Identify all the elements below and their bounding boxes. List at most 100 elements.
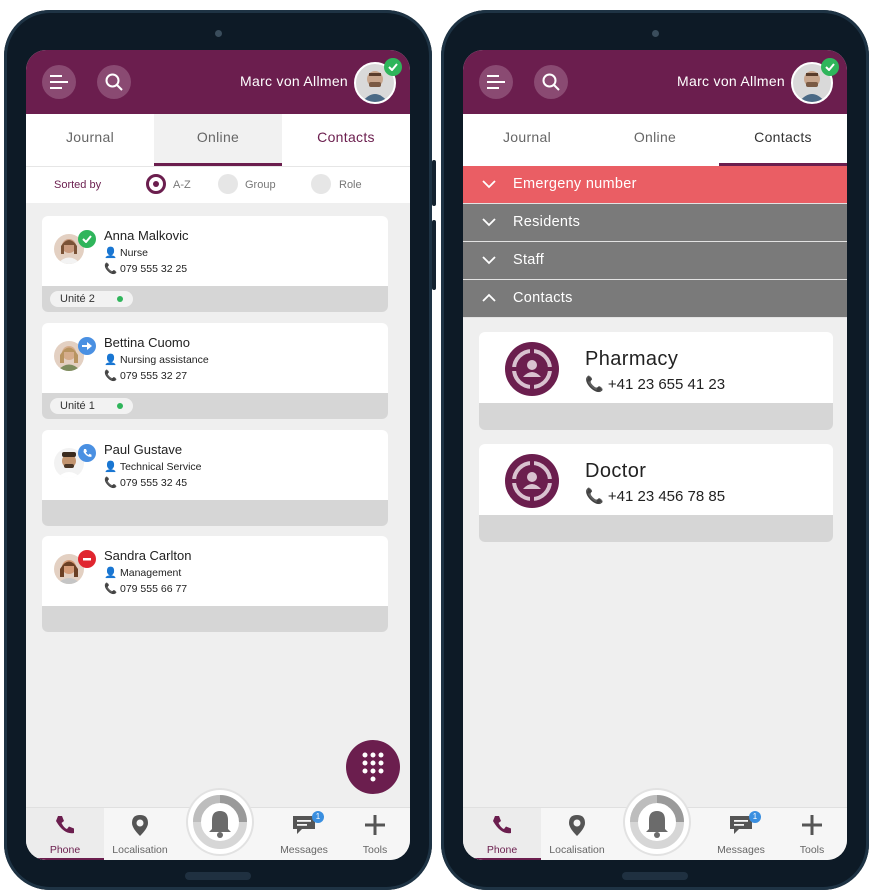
tab-label: Contacts <box>754 129 812 145</box>
tab-journal[interactable]: Journal <box>463 114 591 166</box>
phone-text: 079 555 32 27 <box>120 370 188 382</box>
section-residents[interactable]: Residents <box>463 204 847 242</box>
nav-localisation[interactable]: Localisation <box>541 808 613 860</box>
phone-text: 079 555 32 45 <box>120 477 188 489</box>
contact-card[interactable]: Anna Malkovic 👤 Nurse 📞 079 555 32 25 Un… <box>42 216 388 312</box>
tab-online[interactable]: Online <box>154 114 282 166</box>
contact-role: 👤 Management <box>104 566 181 579</box>
search-icon <box>105 73 123 91</box>
tab-online[interactable]: Online <box>591 114 719 166</box>
section-staff[interactable]: Staff <box>463 242 847 280</box>
phone-text: 079 555 66 77 <box>120 583 188 595</box>
phone-icon: 📞 <box>104 263 118 275</box>
nav-label: Tools <box>799 844 825 856</box>
nav-localisation[interactable]: Localisation <box>104 808 176 860</box>
nav-label: Phone <box>49 844 81 856</box>
speaker <box>622 872 688 880</box>
card-footer <box>42 500 388 526</box>
sort-option-group[interactable]: Group <box>245 179 276 191</box>
alarm-button[interactable] <box>188 790 252 854</box>
contact-name: Doctor <box>585 460 647 482</box>
location-pin-icon <box>569 815 585 836</box>
phone-frame-online: Marc von Allmen Journal Online Contacts … <box>4 10 436 890</box>
chevron-down-icon <box>482 218 496 227</box>
speaker <box>185 872 251 880</box>
section-contacts[interactable]: Contacts <box>463 280 847 318</box>
phone-icon: 📞 <box>585 488 604 505</box>
section-emergency[interactable]: Emergeny number <box>463 166 847 204</box>
contact-name: Anna Malkovic <box>104 228 189 243</box>
card-footer <box>479 515 833 542</box>
online-dot <box>116 403 123 410</box>
sort-option-role[interactable]: Role <box>339 179 362 191</box>
contact-card[interactable]: Paul Gustave 👤 Technical Service 📞 079 5… <box>42 430 388 526</box>
nav-label: Localisation <box>549 844 605 856</box>
contact-phone[interactable]: 📞 079 555 32 45 <box>104 476 187 489</box>
bell-alarm-icon <box>630 795 684 849</box>
sort-radio-role[interactable] <box>311 174 331 194</box>
nav-phone[interactable]: Phone <box>26 808 104 860</box>
contact-phone[interactable]: 📞 079 555 32 27 <box>104 369 187 382</box>
nav-phone[interactable]: Phone <box>463 808 541 860</box>
person-icon: 👤 <box>104 354 118 366</box>
search-button[interactable] <box>534 65 568 99</box>
section-label: Contacts <box>513 290 573 306</box>
tab-contacts[interactable]: Contacts <box>282 114 410 166</box>
tab-contacts[interactable]: Contacts <box>719 114 847 166</box>
card-footer: Unité 2 <box>42 286 388 312</box>
sort-option-az[interactable]: A-Z <box>173 179 191 191</box>
role-text: Nurse <box>120 247 149 259</box>
contact-name: Pharmacy <box>585 348 679 370</box>
contact-card[interactable]: Sandra Carlton 👤 Management 📞 079 555 66… <box>42 536 388 632</box>
chevron-up-icon <box>482 293 496 302</box>
sort-radio-group[interactable] <box>218 174 238 194</box>
dialpad-button[interactable] <box>346 740 400 794</box>
contact-phone[interactable]: 📞 +41 23 655 41 23 <box>585 375 725 393</box>
contact-phone[interactable]: 📞 +41 23 456 78 85 <box>585 487 725 505</box>
tab-journal[interactable]: Journal <box>26 114 154 166</box>
person-icon: 👤 <box>104 247 118 259</box>
contact-phone[interactable]: 📞 079 555 32 25 <box>104 262 187 275</box>
search-button[interactable] <box>97 65 131 99</box>
contact-role: 👤 Technical Service <box>104 460 202 473</box>
phone-text: 079 555 32 25 <box>120 263 188 275</box>
tab-bar: Journal Online Contacts <box>463 114 847 166</box>
contact-placeholder-icon <box>505 454 559 508</box>
phone-call-icon <box>78 444 96 462</box>
contact-card-doctor[interactable]: Doctor 📞 +41 23 456 78 85 <box>479 444 833 542</box>
plus-icon <box>365 815 385 835</box>
nav-tools[interactable]: Tools <box>340 808 410 860</box>
sort-bar: Sorted by A-Z Group Role <box>26 166 410 203</box>
contact-name: Bettina Cuomo <box>104 335 190 350</box>
plus-icon <box>802 815 822 835</box>
unread-badge: 1 <box>749 811 761 823</box>
contact-placeholder-icon <box>505 342 559 396</box>
sort-radio-az[interactable] <box>146 174 166 194</box>
nav-tools[interactable]: Tools <box>777 808 847 860</box>
camera <box>215 30 222 37</box>
nav-label: Messages <box>717 844 765 856</box>
alarm-button[interactable] <box>625 790 689 854</box>
menu-icon <box>487 75 505 89</box>
contact-card-pharmacy[interactable]: Pharmacy 📞 +41 23 655 41 23 <box>479 332 833 430</box>
nav-messages[interactable]: 1 Messages <box>268 808 340 860</box>
dialpad-icon <box>362 752 384 782</box>
phone-icon <box>493 816 511 834</box>
menu-button[interactable] <box>42 65 76 99</box>
nav-messages[interactable]: 1 Messages <box>705 808 777 860</box>
side-button <box>432 220 436 290</box>
role-text: Management <box>120 567 182 579</box>
phone-icon: 📞 <box>104 370 118 382</box>
role-text: Technical Service <box>119 461 202 473</box>
online-status-icon <box>821 58 839 76</box>
unit-label: Unité 2 <box>60 293 95 305</box>
check-icon <box>78 230 96 248</box>
contact-phone[interactable]: 📞 079 555 66 77 <box>104 582 187 595</box>
nav-label: Phone <box>486 844 518 856</box>
chevron-down-icon <box>482 256 496 265</box>
menu-button[interactable] <box>479 65 513 99</box>
screen-contacts: Marc von Allmen Journal Online Contacts … <box>463 50 847 860</box>
contact-card[interactable]: Bettina Cuomo 👤 Nursing assistance 📞 079… <box>42 323 388 419</box>
tab-label: Online <box>196 129 240 145</box>
section-label: Emergeny number <box>513 176 637 192</box>
